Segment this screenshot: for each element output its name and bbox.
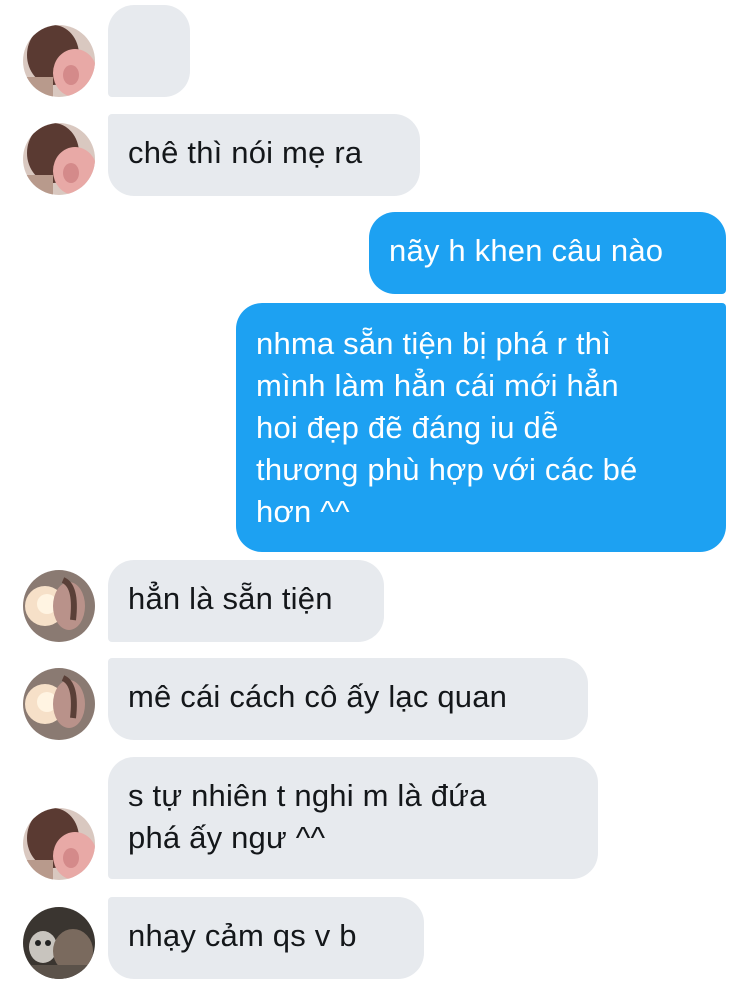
- message-row: nhạy cảm qs v b: [0, 890, 750, 987]
- avatar-image: [23, 808, 95, 880]
- message-row: s tự nhiên t nghi m là đứa phá ấy ngư ^^: [0, 755, 750, 890]
- message-row: [0, 0, 750, 157]
- avatar-image: [23, 570, 95, 642]
- avatar-image: [23, 907, 95, 979]
- message-bubble-outgoing[interactable]: nhma sẵn tiện bị phá r thì mình làm hẳn …: [236, 303, 726, 552]
- message-bubble-incoming[interactable]: nhạy cảm qs v b: [108, 897, 424, 979]
- avatar-image: [23, 668, 95, 740]
- message-row: nãy h khen câu nào: [0, 200, 750, 300]
- message-bubble-incoming[interactable]: [108, 5, 190, 157]
- avatar-image: [23, 25, 95, 97]
- message-row: mê cái cách cô ấy lạc quan: [0, 655, 750, 755]
- avatar[interactable]: [23, 123, 95, 195]
- message-row: chê thì nói mẹ ra: [0, 100, 750, 200]
- message-row: hẳn là sẵn tiện: [0, 555, 750, 655]
- avatar-image: [23, 123, 95, 195]
- avatar[interactable]: [23, 808, 95, 880]
- avatar[interactable]: [23, 25, 95, 97]
- message-bubble-incoming[interactable]: chê thì nói mẹ ra: [108, 114, 420, 196]
- message-bubble-incoming[interactable]: s tự nhiên t nghi m là đứa phá ấy ngư ^^: [108, 757, 598, 879]
- avatar[interactable]: [23, 570, 95, 642]
- avatar[interactable]: [23, 668, 95, 740]
- message-bubble-incoming[interactable]: hẳn là sẵn tiện: [108, 560, 384, 642]
- avatar[interactable]: [23, 907, 95, 979]
- message-bubble-incoming[interactable]: mê cái cách cô ấy lạc quan: [108, 658, 588, 740]
- message-row: nhma sẵn tiện bị phá r thì mình làm hẳn …: [0, 300, 750, 555]
- message-bubble-outgoing[interactable]: nãy h khen câu nào: [369, 212, 726, 294]
